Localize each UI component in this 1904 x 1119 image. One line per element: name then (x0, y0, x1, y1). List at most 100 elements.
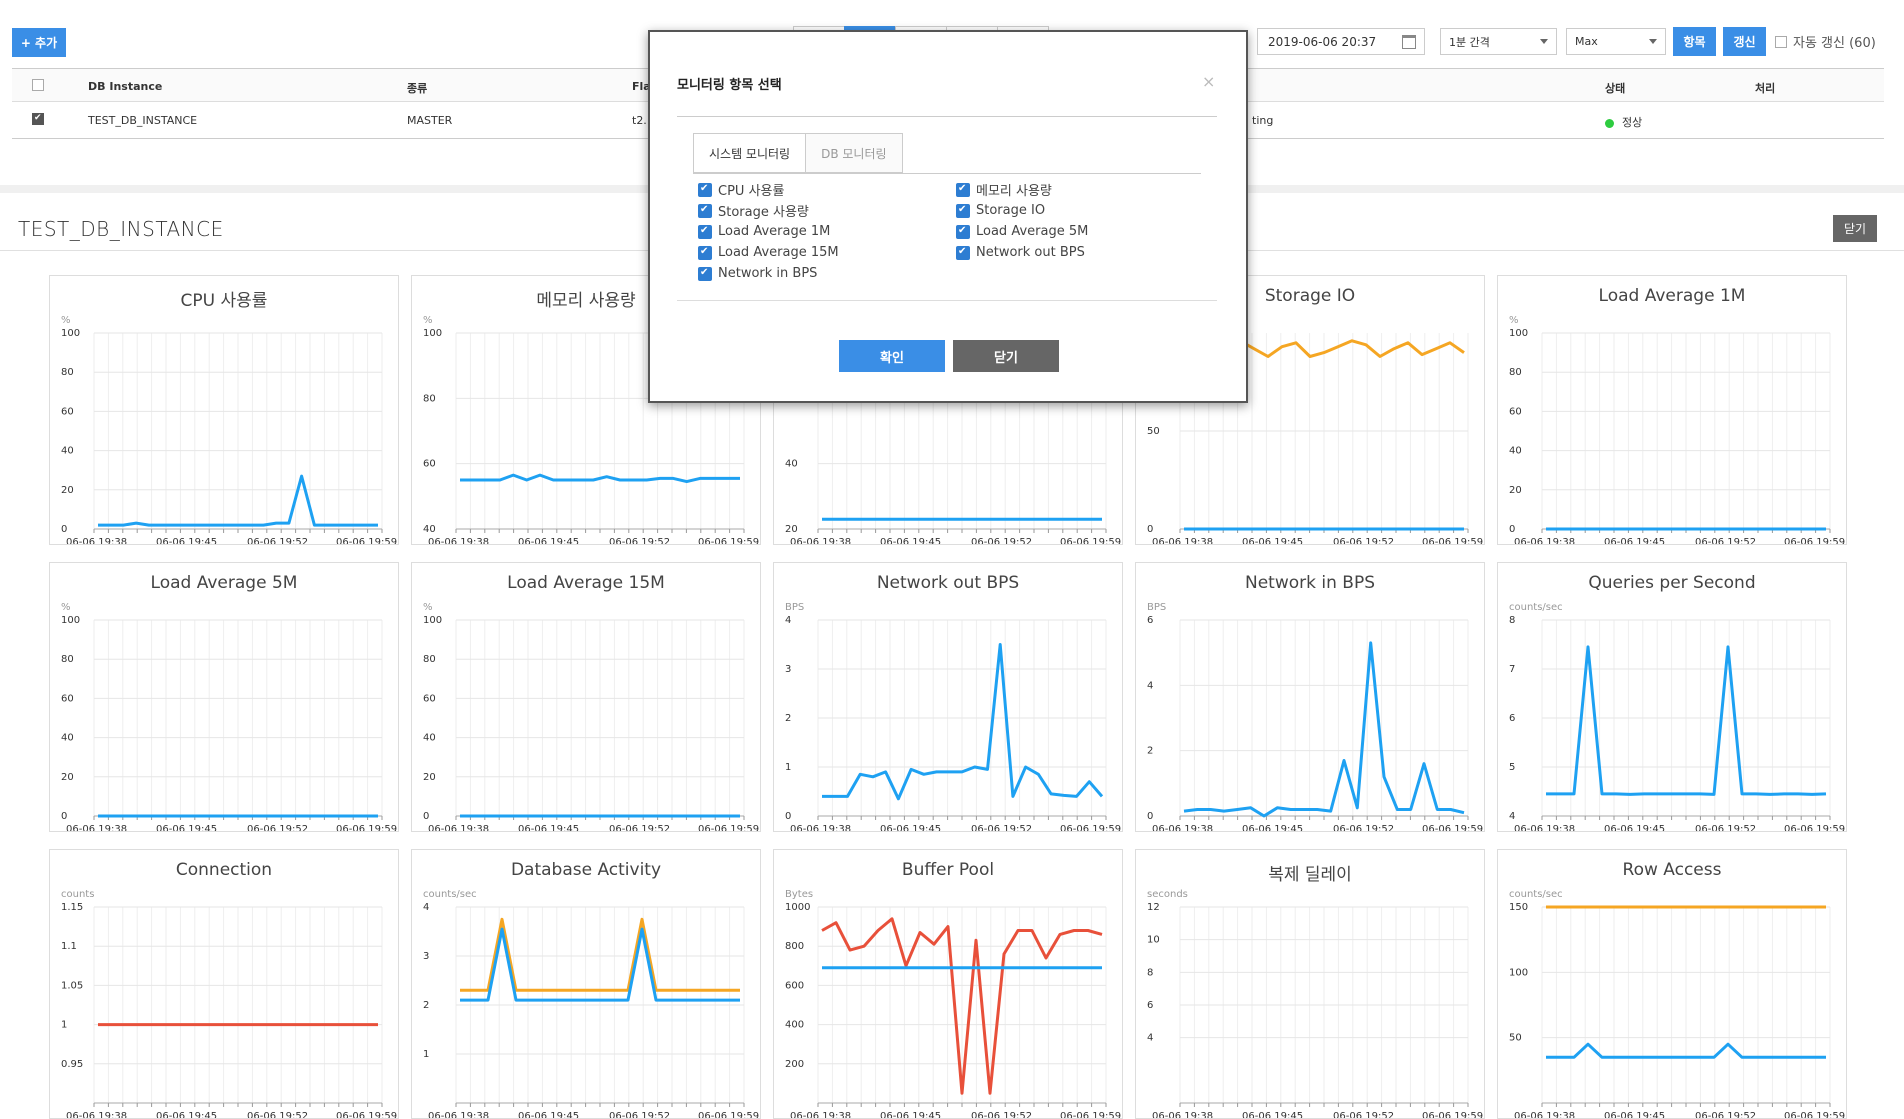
add-button[interactable]: + 추가 (12, 28, 66, 57)
x-tick-label: 06-06 19:45 (156, 1111, 217, 1119)
x-tick-label: 06-06 19:59 (1060, 1111, 1121, 1119)
option-label: 메모리 사용량 (976, 184, 1052, 199)
y-tick-label: 20 (423, 772, 436, 783)
chart-card: Database Activity 1 2 3 4 counts/sec 06-06 19:… (411, 849, 761, 1119)
y-tick-label: 1.05 (61, 980, 83, 991)
y-tick-label: 20 (61, 485, 74, 496)
x-tick-label: 06-06 19:38 (428, 1111, 489, 1119)
x-tick-label: 06-06 19:59 (1784, 824, 1845, 832)
y-tick-label: 100 (423, 615, 442, 626)
option-item[interactable]: Load Average 1M (698, 221, 839, 242)
x-tick-label: 06-06 19:38 (428, 824, 489, 832)
option-item[interactable]: Network in BPS (698, 263, 839, 284)
chart-svg: 50 100 150 counts/sec 06-06 19:38 06-06 19:45… (1509, 889, 1845, 1119)
confirm-button[interactable]: 확인 (839, 340, 945, 372)
checkbox-checked-icon[interactable] (956, 245, 970, 260)
aggregation-select[interactable]: Max (1566, 28, 1666, 55)
checkbox-checked-icon[interactable] (698, 245, 712, 260)
cancel-button[interactable]: 닫기 (953, 340, 1059, 372)
items-button[interactable]: 항목 (1673, 27, 1716, 56)
aggregation-value: Max (1575, 35, 1598, 48)
y-tick-label: 60 (61, 406, 74, 417)
checkbox-checked-icon[interactable] (956, 203, 970, 218)
x-tick-label: 06-06 19:45 (156, 824, 217, 832)
checkbox-checked-icon[interactable] (956, 182, 970, 197)
option-item[interactable]: CPU 사용률 (698, 179, 839, 200)
panel-close-button[interactable]: 닫기 (1833, 215, 1877, 242)
checkbox-checked-icon[interactable] (956, 224, 970, 239)
y-tick-label: 40 (423, 524, 436, 535)
y-tick-label: 3 (423, 951, 429, 962)
option-item[interactable]: Storage 사용량 (698, 200, 839, 221)
column-header-instance: DB Instance (88, 80, 163, 93)
auto-refresh-checkbox[interactable] (1775, 35, 1787, 48)
x-tick-label: 06-06 19:59 (1422, 824, 1483, 832)
row-checkbox[interactable] (32, 113, 44, 125)
chart-svg: 0 20 40 60 80 100% 06-06 19:38 06-06 19:45 06-06… (61, 602, 397, 832)
chart-svg: 4 6 8 10 12 seconds 06-06 19:38 06-06 19:45 06-0… (1147, 889, 1483, 1119)
column-header-type: 종류 (407, 82, 428, 95)
option-label: Storage IO (976, 203, 1046, 218)
tab-system-monitoring[interactable]: 시스템 모니터링 (693, 133, 807, 173)
y-tick-label: 4 (423, 902, 429, 913)
x-tick-label: 06-06 19:45 (880, 537, 941, 545)
checkbox-checked-icon[interactable] (698, 224, 712, 239)
x-tick-label: 06-06 19:38 (428, 537, 489, 545)
y-tick-label: 1000 (785, 902, 810, 913)
y-tick-label: 0 (1147, 811, 1153, 822)
unit-label: BPS (1147, 602, 1166, 613)
option-label: Network out BPS (976, 245, 1085, 260)
x-tick-label: 06-06 19:52 (1333, 824, 1394, 832)
x-tick-label: 06-06 19:38 (66, 1111, 127, 1119)
x-tick-label: 06-06 19:38 (1514, 537, 1575, 545)
option-item[interactable]: Load Average 15M (698, 242, 839, 263)
interval-select[interactable]: 1분 간격 (1440, 28, 1557, 55)
option-item[interactable]: 메모리 사용량 (956, 179, 1088, 200)
checkbox-checked-icon[interactable] (698, 266, 712, 281)
calendar-icon[interactable] (1402, 34, 1416, 49)
y-tick-label: 2 (423, 1000, 429, 1011)
chart-card: Load Average 1M 0 20 40 60 80 100% 06-06 19:38 0… (1497, 275, 1847, 545)
y-tick-label: 100 (1509, 328, 1528, 339)
y-tick-label: 20 (785, 524, 798, 535)
x-tick-label: 06-06 19:59 (698, 824, 759, 832)
chart-svg: 1 2 3 4 counts/sec 06-06 19:38 06-06 19:45 06-0… (423, 889, 759, 1119)
modal-divider (677, 300, 1217, 301)
chart-card: 복제 딜레이 4 6 8 10 12 seconds 06-06 19:38 06-06 19:… (1135, 849, 1485, 1119)
instance-name: TEST_DB_INSTANCE (88, 114, 198, 127)
y-tick-label: 60 (61, 693, 74, 704)
y-tick-label: 4 (1147, 1033, 1153, 1044)
column-header-status: 상태 (1605, 82, 1626, 95)
x-tick-label: 06-06 19:59 (1422, 1111, 1483, 1119)
option-item[interactable]: Load Average 5M (956, 221, 1088, 242)
y-tick-label: 1 (61, 1020, 67, 1031)
tab-db-monitoring[interactable]: DB 모니터링 (806, 133, 903, 173)
checkbox-checked-icon[interactable] (698, 203, 712, 218)
chart-card: Load Average 15M 0 20 40 60 80 100% 06-06 19:38… (411, 562, 761, 832)
auto-refresh-toggle[interactable]: 자동 갱신 (60) (1775, 32, 1876, 51)
x-tick-label: 06-06 19:59 (336, 824, 397, 832)
chart-card: Network out BPS 0 1 2 3 4 BPS 06-06 19:38 06-06 … (773, 562, 1123, 832)
x-tick-label: 06-06 19:52 (1695, 537, 1756, 545)
select-all-checkbox[interactable] (32, 79, 44, 91)
x-tick-label: 06-06 19:59 (1784, 537, 1845, 545)
x-tick-label: 06-06 19:52 (1695, 1111, 1756, 1119)
x-tick-label: 06-06 19:45 (1604, 824, 1665, 832)
chart-svg: 0 2 4 6 BPS 06-06 19:38 06-06 19:45 06-06 19:52… (1147, 602, 1483, 832)
option-item[interactable]: Network out BPS (956, 242, 1088, 263)
x-tick-label: 06-06 19:52 (247, 824, 308, 832)
checkbox-checked-icon[interactable] (698, 182, 712, 197)
y-tick-label: 2 (785, 713, 791, 724)
x-tick-label: 06-06 19:38 (1514, 1111, 1575, 1119)
close-icon[interactable]: × (1202, 72, 1215, 91)
y-tick-label: 1.15 (61, 902, 83, 913)
instance-state: ting (1252, 114, 1274, 127)
date-field[interactable]: 2019-06-06 20:37 (1257, 28, 1425, 55)
x-tick-label: 06-06 19:45 (880, 824, 941, 832)
x-tick-label: 06-06 19:38 (790, 1111, 851, 1119)
y-tick-label: 60 (1509, 406, 1522, 417)
y-tick-label: 80 (1509, 367, 1522, 378)
y-tick-label: 40 (1509, 446, 1522, 457)
refresh-button[interactable]: 갱신 (1723, 27, 1766, 56)
option-item[interactable]: Storage IO (956, 200, 1088, 221)
